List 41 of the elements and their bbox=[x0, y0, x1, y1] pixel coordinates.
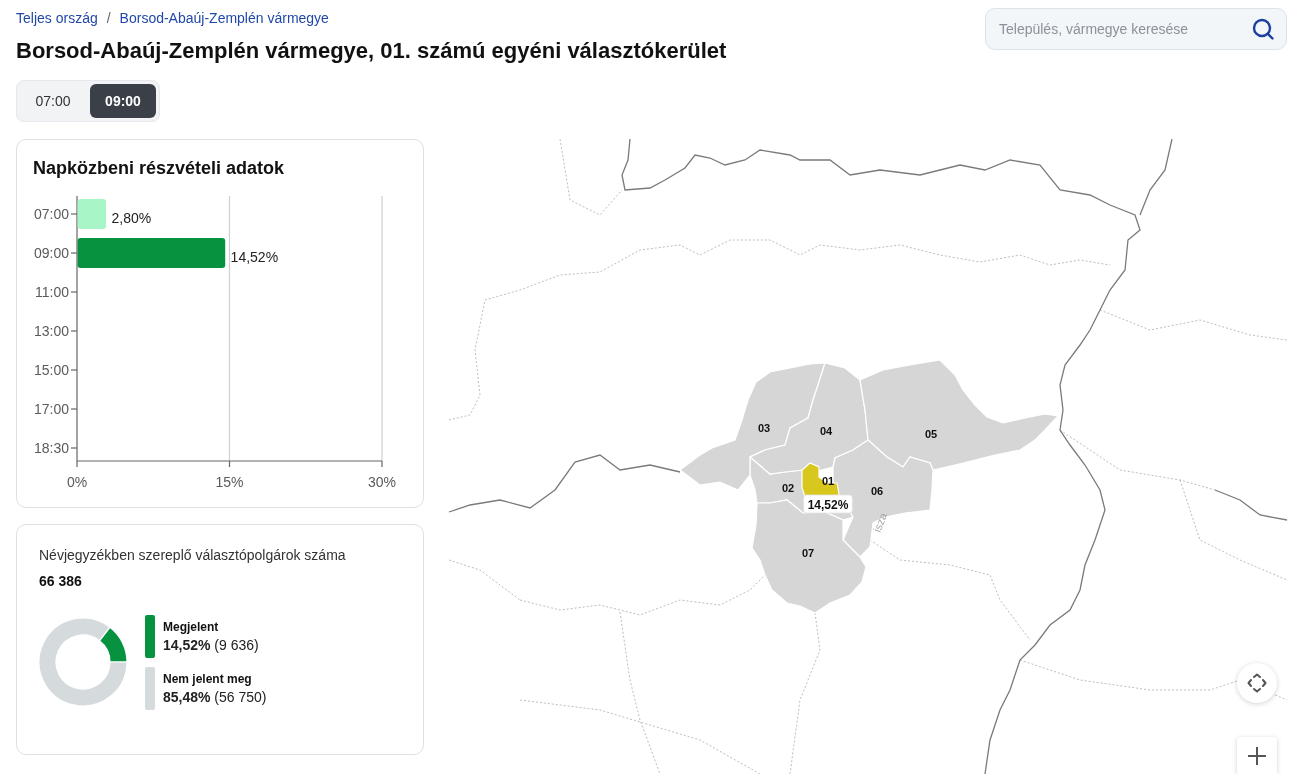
axis-label: 0% bbox=[66, 474, 88, 490]
fit-view-button[interactable] bbox=[1237, 663, 1277, 703]
zoom-in-button[interactable] bbox=[1237, 737, 1277, 774]
search-field[interactable]: Település, vármegye keresése bbox=[985, 8, 1287, 50]
voters-total: 66 386 bbox=[39, 572, 83, 591]
breadcrumb-link[interactable]: Borsod-Abaúj-Zemplén vármegye bbox=[119, 8, 329, 28]
district-label: 01 bbox=[821, 475, 835, 487]
district-label: 03 bbox=[757, 422, 771, 434]
axis-label: 07:00 bbox=[33, 206, 69, 222]
breadcrumb-link[interactable]: Teljes ország bbox=[16, 8, 98, 28]
axis-label: 17:00 bbox=[33, 401, 69, 417]
time-tab[interactable]: 09:00 bbox=[90, 84, 156, 118]
plus-icon bbox=[1248, 747, 1266, 765]
axis-label: 30% bbox=[368, 474, 396, 490]
river-label: isza bbox=[870, 511, 890, 534]
district-label: 04 bbox=[819, 425, 833, 437]
search-icon[interactable] bbox=[1252, 18, 1274, 40]
district-label: 07 bbox=[801, 547, 815, 559]
value-label: 2,80% bbox=[111, 210, 152, 226]
legend-label: Megjelent bbox=[163, 619, 219, 635]
axis-label: 15:00 bbox=[33, 362, 69, 378]
axis-label: 13:00 bbox=[33, 323, 69, 339]
time-tab[interactable]: 07:00 bbox=[20, 84, 86, 118]
page-title: Borsod-Abaúj-Zemplén vármegye, 01. számú egyéni választókerület bbox=[16, 37, 727, 65]
district-label: 05 bbox=[924, 428, 938, 440]
legend-value: 85,48% (56 750) bbox=[163, 688, 267, 707]
axis-label: 18:30 bbox=[33, 440, 69, 456]
value-tooltip: 14,52% bbox=[803, 494, 853, 514]
chart-bar bbox=[77, 199, 107, 229]
card-title: Napközbeni részvételi adatok bbox=[33, 157, 286, 180]
four-chevrons-icon bbox=[1247, 673, 1267, 693]
voters-label: Névjegyzékben szereplő választópolgárok száma bbox=[39, 546, 347, 565]
value-label: 14,52% bbox=[230, 249, 279, 265]
breadcrumb-separator: / bbox=[106, 9, 111, 28]
district-label: 06 bbox=[870, 485, 884, 497]
axis-label: 09:00 bbox=[33, 245, 69, 261]
legend-label: Nem jelent meg bbox=[163, 671, 252, 687]
axis-label: 11:00 bbox=[35, 284, 69, 300]
axis-label: 15% bbox=[215, 474, 244, 490]
district-label: 02 bbox=[781, 482, 795, 494]
legend-value: 14,52% (9 636) bbox=[163, 636, 259, 655]
